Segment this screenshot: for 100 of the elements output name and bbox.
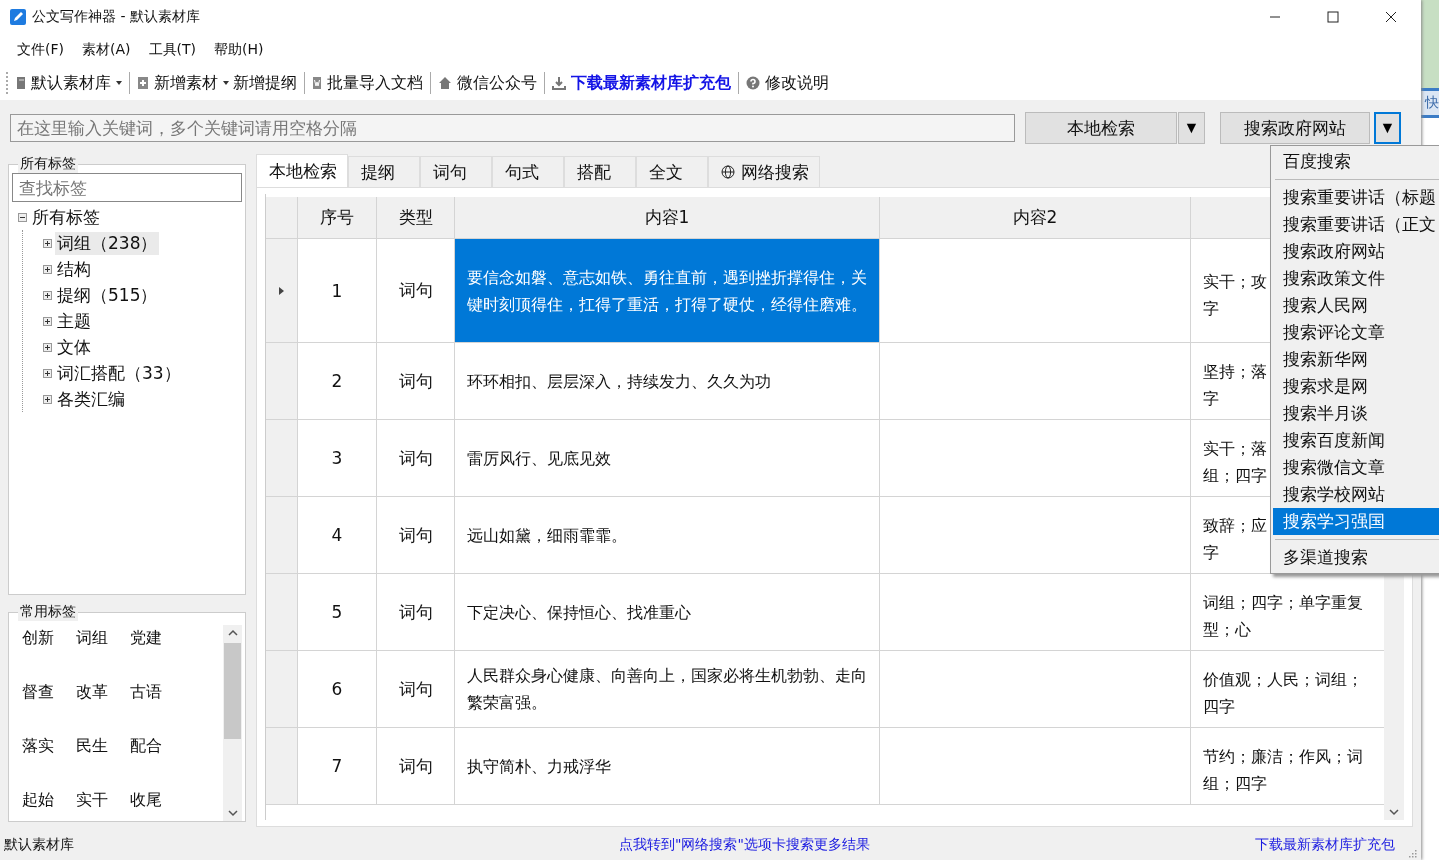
web-search-button[interactable]: 搜索政府网站 xyxy=(1220,112,1370,144)
toolbar-button[interactable]: 新增提纲 xyxy=(231,72,299,94)
table-cell: 5 xyxy=(298,574,377,651)
close-icon[interactable] xyxy=(1385,11,1397,23)
tab[interactable]: 词句 xyxy=(420,156,492,187)
table-cell: 6 xyxy=(298,651,377,728)
window-title: 公文写作神器 - 默认素材库 xyxy=(32,8,200,26)
table-cell-text: 节约；廉洁；作风；词 xyxy=(1203,746,1363,768)
tag-link[interactable]: 配合 xyxy=(130,733,184,787)
local-search-button[interactable]: 本地检索 xyxy=(1025,112,1177,144)
keyword-field[interactable]: 在这里输入关键词，多个关键词请用空格分隔 xyxy=(10,114,1015,142)
menu-item[interactable]: 搜索百度新闻 xyxy=(1273,427,1439,454)
menu-item[interactable]: 搜索半月谈 xyxy=(1273,400,1439,427)
globe-icon xyxy=(721,165,735,179)
scroll-up-icon[interactable] xyxy=(227,629,238,637)
menu-item[interactable]: 多渠道搜索 xyxy=(1273,544,1439,571)
toolbar-button[interactable]: 默认素材库 xyxy=(14,72,124,94)
tab[interactable]: 句式 xyxy=(492,156,564,187)
tag-link[interactable]: 古语 xyxy=(130,679,184,733)
table-cell: 7 xyxy=(298,728,377,805)
dropdown-button[interactable]: ▼ xyxy=(1178,112,1205,144)
download-link[interactable]: 下载最新素材库扩充包 xyxy=(550,72,733,94)
table-cell: 下定决心、保持恒心、找准重心 xyxy=(455,574,880,651)
tag-link[interactable]: 督查 xyxy=(22,679,76,733)
tree-item[interactable]: 文体 xyxy=(55,335,93,359)
expand-icon[interactable] xyxy=(43,290,52,300)
hint-link[interactable]: 点我转到"网络搜索"选项卡搜索更多结果 xyxy=(619,836,870,854)
dropdown-button[interactable]: ▼ xyxy=(1374,112,1401,144)
tree-item[interactable]: 词组（238） xyxy=(55,231,160,255)
document-icon xyxy=(312,76,322,90)
menu-item[interactable]: 素材(A) xyxy=(73,41,140,59)
table-cell-text: 字 xyxy=(1203,542,1219,564)
menu-item[interactable]: 搜索人民网 xyxy=(1273,292,1439,319)
tag-link[interactable]: 实干 xyxy=(76,787,130,821)
table-cell-text: 字 xyxy=(1203,388,1219,410)
menu-item[interactable]: 帮助(H) xyxy=(205,41,273,59)
tag-link[interactable]: 词组 xyxy=(76,625,130,679)
scrollbar[interactable] xyxy=(223,625,242,821)
tag-link[interactable]: 收尾 xyxy=(130,787,184,821)
table-cell: 1 xyxy=(298,239,377,343)
menu-item[interactable]: 搜索学习强国 xyxy=(1273,508,1439,535)
collapse-icon[interactable] xyxy=(18,212,27,222)
tree-item[interactable]: 词汇搭配（33） xyxy=(55,361,183,385)
tag-link[interactable]: 民生 xyxy=(76,733,130,787)
menu-item[interactable]: 工具(T) xyxy=(139,41,205,59)
menu-item[interactable]: 文件(F) xyxy=(8,41,73,59)
expand-icon[interactable] xyxy=(43,394,52,404)
menu-item[interactable]: 搜索微信文章 xyxy=(1273,454,1439,481)
toolbar-button[interactable]: 修改说明 xyxy=(744,72,831,94)
tag-link[interactable]: 落实 xyxy=(22,733,76,787)
tag-link[interactable]: 创新 xyxy=(22,625,76,679)
pen-icon xyxy=(10,9,26,25)
table-cell: 环环相扣、层层深入，持续发力、久久为功 xyxy=(455,343,880,420)
table-cell-text: 致辞；应 xyxy=(1203,515,1267,537)
scroll-down-icon[interactable] xyxy=(227,809,238,817)
download-icon xyxy=(552,76,566,90)
maximize-icon[interactable] xyxy=(1327,11,1339,23)
table-cell: 2 xyxy=(298,343,377,420)
menu-item[interactable]: 搜索政策文件 xyxy=(1273,265,1439,292)
menu-item[interactable]: 搜索重要讲话（正文 xyxy=(1273,211,1439,238)
tab[interactable]: 提纲 xyxy=(348,156,420,187)
tree-item[interactable]: 所有标签 xyxy=(30,205,102,229)
tag-link[interactable]: 起始 xyxy=(22,787,76,821)
scroll-thumb[interactable] xyxy=(224,643,241,739)
menu-item[interactable]: 搜索求是网 xyxy=(1273,373,1439,400)
menu-item[interactable]: 搜索评论文章 xyxy=(1273,319,1439,346)
menu-item[interactable]: 搜索政府网站 xyxy=(1273,238,1439,265)
scroll-down-icon[interactable] xyxy=(1389,808,1399,816)
tab[interactable]: 全文 xyxy=(636,156,708,187)
expand-icon[interactable] xyxy=(43,342,52,352)
tab[interactable]: 搭配 xyxy=(564,156,636,187)
expand-icon[interactable] xyxy=(43,316,52,326)
caret-icon xyxy=(116,81,122,85)
tree-item[interactable]: 结构 xyxy=(55,257,93,281)
tab[interactable]: 本地检索 xyxy=(256,154,348,187)
table-cell: 3 xyxy=(298,420,377,497)
table-cell: 要信念如磐、意志如铁、勇往直前，遇到挫折撑得住，关键时刻顶得住，扛得了重活，打得了硬仗，经得住磨难。 xyxy=(455,239,880,343)
caret-icon xyxy=(223,81,229,85)
column-header: 内容2 xyxy=(880,197,1191,239)
menu-item[interactable]: 搜索新华网 xyxy=(1273,346,1439,373)
expand-icon[interactable] xyxy=(43,368,52,378)
toolbar-button[interactable]: 微信公众号 xyxy=(436,72,539,94)
menu-item[interactable]: 搜索学校网站 xyxy=(1273,481,1439,508)
menu-item[interactable]: 百度搜索 xyxy=(1273,148,1439,175)
tag-search-field[interactable]: 查找标签 xyxy=(12,173,242,202)
toolbar-button[interactable]: 批量导入文档 xyxy=(310,72,425,94)
menu-item[interactable]: 搜索重要讲话（标题 xyxy=(1273,184,1439,211)
tree-item[interactable]: 提纲（515） xyxy=(55,283,160,307)
tag-link[interactable]: 党建 xyxy=(130,625,184,679)
table-cell-text: 价值观；人民；词组； xyxy=(1203,669,1363,691)
expand-icon[interactable] xyxy=(43,264,52,274)
tree-item[interactable]: 各类汇编 xyxy=(55,387,127,411)
resize-grip-icon[interactable] xyxy=(1407,848,1417,858)
tag-link[interactable]: 改革 xyxy=(76,679,130,733)
tree-item[interactable]: 主题 xyxy=(55,309,93,333)
expand-icon[interactable] xyxy=(43,238,52,248)
tab[interactable]: 网络搜索 xyxy=(708,156,820,187)
toolbar-button[interactable]: 新增素材 xyxy=(135,72,231,94)
download-link[interactable]: 下载最新素材库扩充包 xyxy=(1255,836,1395,854)
table-cell: 雷厉风行、见底见效 xyxy=(455,420,880,497)
